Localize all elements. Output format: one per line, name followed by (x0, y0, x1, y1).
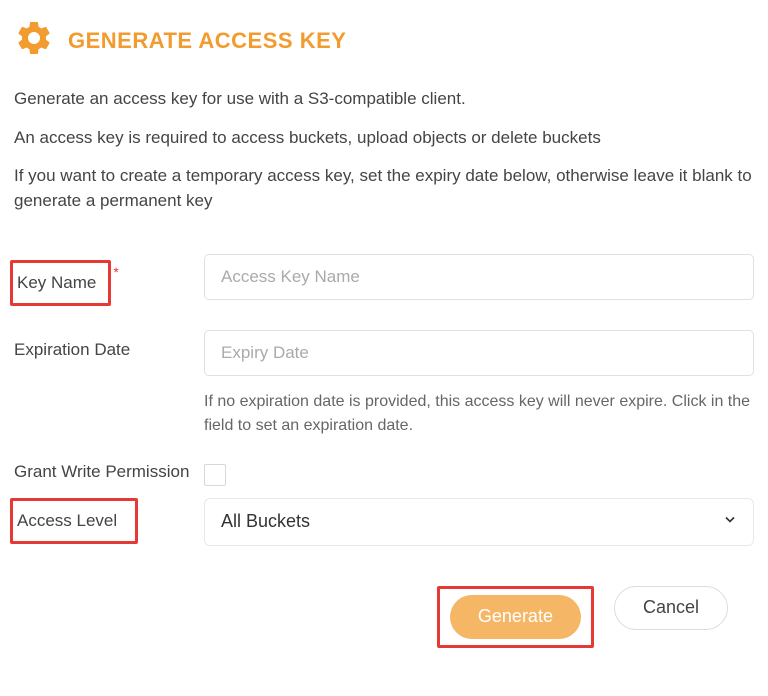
required-star-icon: * (113, 264, 118, 280)
access-level-label-wrap: Access Level (14, 498, 204, 544)
description-line-2: An access key is required to access buck… (14, 126, 754, 151)
generate-button[interactable]: Generate (450, 595, 581, 639)
access-level-label: Access Level (17, 511, 117, 530)
key-name-label: Key Name (17, 273, 96, 292)
access-level-row: Access Level All Buckets (14, 498, 754, 546)
key-name-field-wrap (204, 254, 754, 300)
expiration-date-field-wrap: If no expiration date is provided, this … (204, 330, 754, 438)
cancel-button[interactable]: Cancel (614, 586, 728, 630)
expiration-date-input[interactable] (204, 330, 754, 376)
grant-write-label: Grant Write Permission (14, 462, 204, 482)
page-header: GENERATE ACCESS KEY (14, 18, 754, 63)
expiration-help-text: If no expiration date is provided, this … (204, 390, 754, 438)
grant-write-field-wrap (204, 462, 754, 486)
key-name-row: Key Name * (14, 254, 754, 306)
page-title: GENERATE ACCESS KEY (68, 28, 346, 54)
access-level-select-wrap: All Buckets (204, 498, 754, 546)
grant-write-row: Grant Write Permission (14, 462, 754, 486)
access-level-highlight: Access Level (10, 498, 138, 544)
grant-write-checkbox[interactable] (204, 464, 226, 486)
key-name-input[interactable] (204, 254, 754, 300)
key-name-highlight: Key Name (10, 260, 111, 306)
access-level-field-wrap: All Buckets (204, 498, 754, 546)
access-level-select[interactable]: All Buckets (204, 498, 754, 546)
generate-highlight: Generate (437, 586, 594, 648)
key-name-label-wrap: Key Name * (14, 254, 204, 306)
expiration-date-label: Expiration Date (14, 330, 204, 360)
description-line-3: If you want to create a temporary access… (14, 164, 754, 213)
expiration-date-row: Expiration Date If no expiration date is… (14, 330, 754, 438)
access-level-selected-value: All Buckets (221, 511, 310, 532)
gear-icon (14, 18, 54, 63)
button-row: Generate Cancel (14, 586, 754, 648)
description-line-1: Generate an access key for use with a S3… (14, 87, 754, 112)
